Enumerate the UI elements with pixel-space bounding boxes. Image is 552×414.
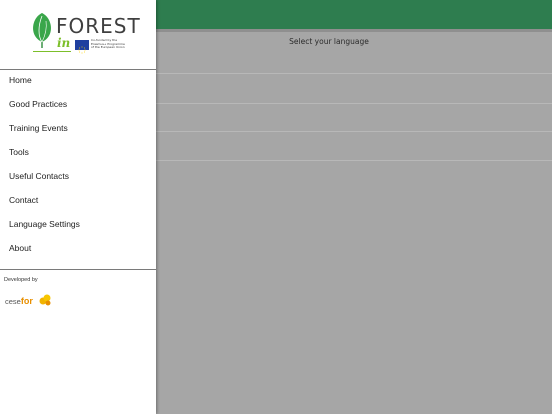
- menu-item-label: Contact: [9, 195, 39, 205]
- menu-item-label: Useful Contacts: [9, 171, 69, 181]
- cesefor-logo[interactable]: cesefor: [5, 292, 55, 310]
- language-row-divider: [156, 103, 552, 104]
- menu-item-useful-contacts[interactable]: Useful Contacts: [0, 166, 156, 190]
- language-row-divider: [156, 131, 552, 132]
- leaf-icon: [33, 13, 51, 49]
- menu-item-label: Language Settings: [9, 219, 80, 229]
- forest-in-logo: FOREST in Co-funded by the Erasmus+ Prog…: [0, 0, 156, 69]
- eu-flag-icon: [75, 40, 89, 54]
- menu-item-home[interactable]: Home: [0, 70, 156, 94]
- menu-item-label: Training Events: [9, 123, 68, 133]
- navigation-drawer: FOREST in Co-funded by the Erasmus+ Prog…: [0, 0, 156, 414]
- menu-item-label: Tools: [9, 147, 29, 157]
- menu-item-good-practices[interactable]: Good Practices: [0, 94, 156, 118]
- eu-cofunded-text: Co-funded by the Erasmus+ Programme of t…: [91, 38, 125, 50]
- menu-item-about[interactable]: About: [0, 238, 156, 262]
- cesefor-leaf-icon: [39, 294, 51, 306]
- menu-item-label: Home: [9, 75, 32, 85]
- drawer-divider: [0, 269, 156, 270]
- menu-item-training-events[interactable]: Training Events: [0, 118, 156, 142]
- logo-baseline: [33, 51, 71, 52]
- menu-item-language-settings[interactable]: Language Settings: [0, 214, 156, 238]
- menu-item-label: Good Practices: [9, 99, 68, 109]
- language-row-divider: [156, 160, 552, 161]
- logo-word-forest: FOREST: [56, 14, 141, 38]
- menu-item-label: About: [9, 243, 32, 253]
- menu-item-tools[interactable]: Tools: [0, 142, 156, 166]
- developed-by-label: Developed by: [4, 277, 38, 283]
- menu-item-contact[interactable]: Contact: [0, 190, 156, 214]
- cesefor-logo-text: cesefor: [5, 296, 33, 306]
- language-row-divider: [156, 73, 552, 74]
- logo-word-in: in: [57, 36, 71, 50]
- page-title: Select your language: [289, 37, 369, 46]
